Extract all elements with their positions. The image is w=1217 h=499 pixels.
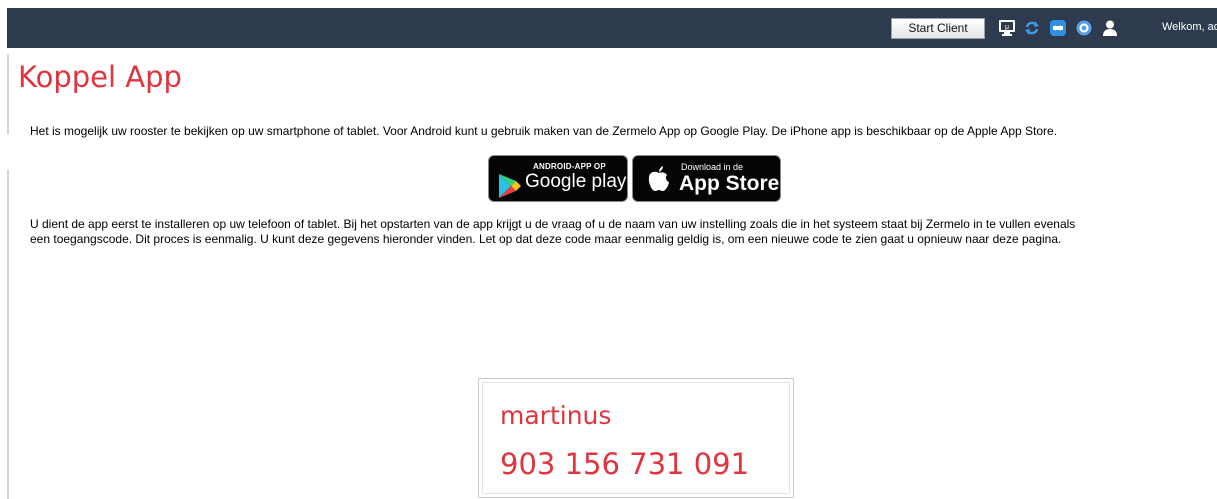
refresh-icon[interactable] <box>1023 19 1041 37</box>
app-store-badge-label: App Store <box>679 172 780 195</box>
google-play-badge-top-text: ANDROID-APP OP <box>533 162 606 171</box>
help-icon[interactable] <box>1075 19 1093 37</box>
access-code-card: martinus 903 156 731 091 <box>478 378 794 498</box>
instructions-line-1: U dient de app eerst te installeren op u… <box>30 217 1076 231</box>
left-border-line <box>7 170 9 499</box>
top-header-bar: Start Client μ Welkom, ad <box>7 8 1217 48</box>
page: Start Client μ Welkom, ad Koppel App Het… <box>0 0 1217 499</box>
svg-text:μ: μ <box>1005 24 1009 31</box>
user-icon[interactable] <box>1101 19 1119 37</box>
access-code: 903 156 731 091 <box>500 447 750 481</box>
chat-icon[interactable] <box>1049 19 1067 37</box>
access-code-card-inner: martinus 903 156 731 091 <box>482 382 790 494</box>
instructions-line-2: een toegangscode. Dit proces is eenmalig… <box>30 231 1062 246</box>
apple-icon <box>647 165 671 198</box>
google-play-icon <box>497 173 523 204</box>
google-play-badge[interactable]: ANDROID-APP OP Google play <box>488 155 628 202</box>
intro-text: Het is mogelijk uw rooster te bekijken o… <box>30 124 1058 138</box>
welcome-text[interactable]: Welkom, admin <box>1162 21 1217 33</box>
app-store-badge[interactable]: Download in de App Store <box>632 155 781 202</box>
institution-name: martinus <box>500 401 612 430</box>
left-border-line <box>7 54 9 134</box>
monitor-icon[interactable]: μ <box>998 19 1016 37</box>
google-play-badge-label: Google play <box>525 171 627 192</box>
page-title: Koppel App <box>18 60 182 94</box>
app-store-badge-top-text: Download in de <box>681 162 744 172</box>
start-client-button[interactable]: Start Client <box>891 18 985 39</box>
